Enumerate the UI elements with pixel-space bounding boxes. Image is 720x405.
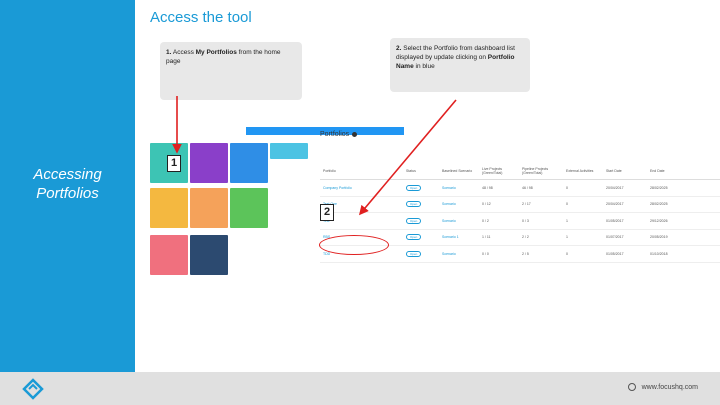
footer-bar: www.focushq.com <box>0 372 720 405</box>
footer-url: www.focushq.com <box>627 383 698 391</box>
focus-logo-icon <box>22 378 44 400</box>
annotation-arrows <box>172 96 457 216</box>
globe-icon <box>627 383 636 391</box>
footer-url-text[interactable]: www.focushq.com <box>642 384 698 391</box>
arrow-to-portfolio <box>358 99 457 216</box>
